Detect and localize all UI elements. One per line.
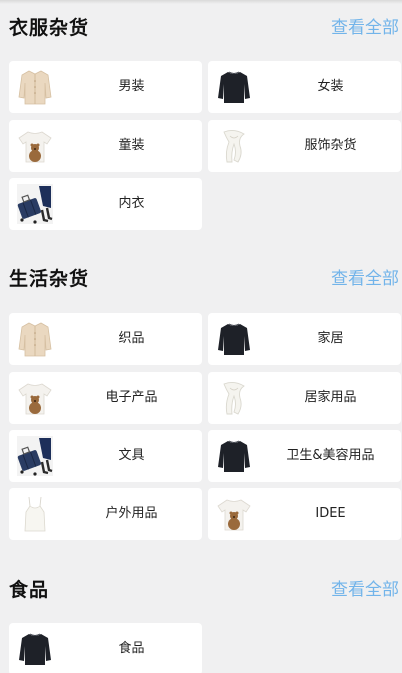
category-label: 食品	[118, 641, 145, 656]
view-all-link[interactable]: 查看全部	[331, 268, 399, 290]
category-label: 居家用品	[304, 390, 357, 405]
section-title: 食品	[9, 579, 50, 601]
category-card-idee[interactable]: IDEE	[208, 488, 401, 540]
category-card-kids[interactable]: 童装	[9, 120, 202, 172]
category-card-electronics[interactable]: 电子产品	[9, 372, 202, 424]
view-all-link[interactable]: 查看全部	[331, 579, 399, 601]
bear-tshirt-icon	[216, 494, 252, 534]
bear-tshirt-icon	[17, 126, 53, 166]
category-label: IDEE	[315, 506, 346, 521]
section-header: 生活杂货 查看全部	[0, 267, 402, 291]
category-label: 织品	[118, 331, 145, 346]
category-card-textiles[interactable]: 织品	[9, 313, 202, 365]
section-header: 衣服杂货 查看全部	[0, 16, 402, 40]
white-camisole-icon	[17, 494, 53, 534]
category-card-womens[interactable]: 女装	[208, 61, 401, 113]
black-sweater-icon	[216, 436, 252, 476]
category-label: 户外用品	[105, 506, 158, 521]
category-card-food[interactable]: 食品	[9, 623, 202, 673]
category-label: 女装	[317, 79, 344, 94]
category-card-household[interactable]: 居家用品	[208, 372, 401, 424]
category-card-underwear[interactable]: 内衣	[9, 178, 202, 230]
category-label: 童装	[118, 138, 145, 153]
category-card-mens[interactable]: 男装	[9, 61, 202, 113]
category-card-stationery[interactable]: 文具	[9, 430, 202, 482]
section-clothing: 衣服杂货 查看全部 男装 女装 童装 服饰杂货 内衣	[0, 16, 402, 230]
section-title: 衣服杂货	[9, 17, 90, 39]
category-label: 服饰杂货	[304, 138, 357, 153]
view-all-link[interactable]: 查看全部	[331, 17, 399, 39]
category-card-outdoor[interactable]: 户外用品	[9, 488, 202, 540]
top-shadow	[0, 0, 402, 4]
section-food: 食品 查看全部 食品	[0, 578, 402, 673]
category-card-accessories[interactable]: 服饰杂货	[208, 120, 401, 172]
suitcase-icon	[17, 184, 53, 224]
beige-cardigan-icon	[17, 67, 53, 107]
bear-tshirt-icon	[17, 378, 53, 418]
category-label: 文具	[118, 448, 145, 463]
category-label: 电子产品	[105, 390, 158, 405]
category-label: 卫生&美容用品	[286, 448, 375, 463]
section-title: 生活杂货	[9, 268, 90, 290]
category-label: 家居	[317, 331, 344, 346]
black-sweater-icon	[216, 67, 252, 107]
category-label: 男装	[118, 79, 145, 94]
section-household: 生活杂货 查看全部 织品 家居 电子产品 居家用品 文具 卫生&美容用品 户外用…	[0, 267, 402, 540]
black-sweater-icon	[17, 629, 53, 669]
category-card-home[interactable]: 家居	[208, 313, 401, 365]
beige-cardigan-icon	[17, 319, 53, 359]
category-label: 内衣	[118, 196, 145, 211]
white-scarf-icon	[216, 126, 252, 166]
section-header: 食品 查看全部	[0, 578, 402, 602]
white-scarf-icon	[216, 378, 252, 418]
category-card-health-beauty[interactable]: 卫生&美容用品	[208, 430, 401, 482]
suitcase-icon	[17, 436, 53, 476]
black-sweater-icon	[216, 319, 252, 359]
